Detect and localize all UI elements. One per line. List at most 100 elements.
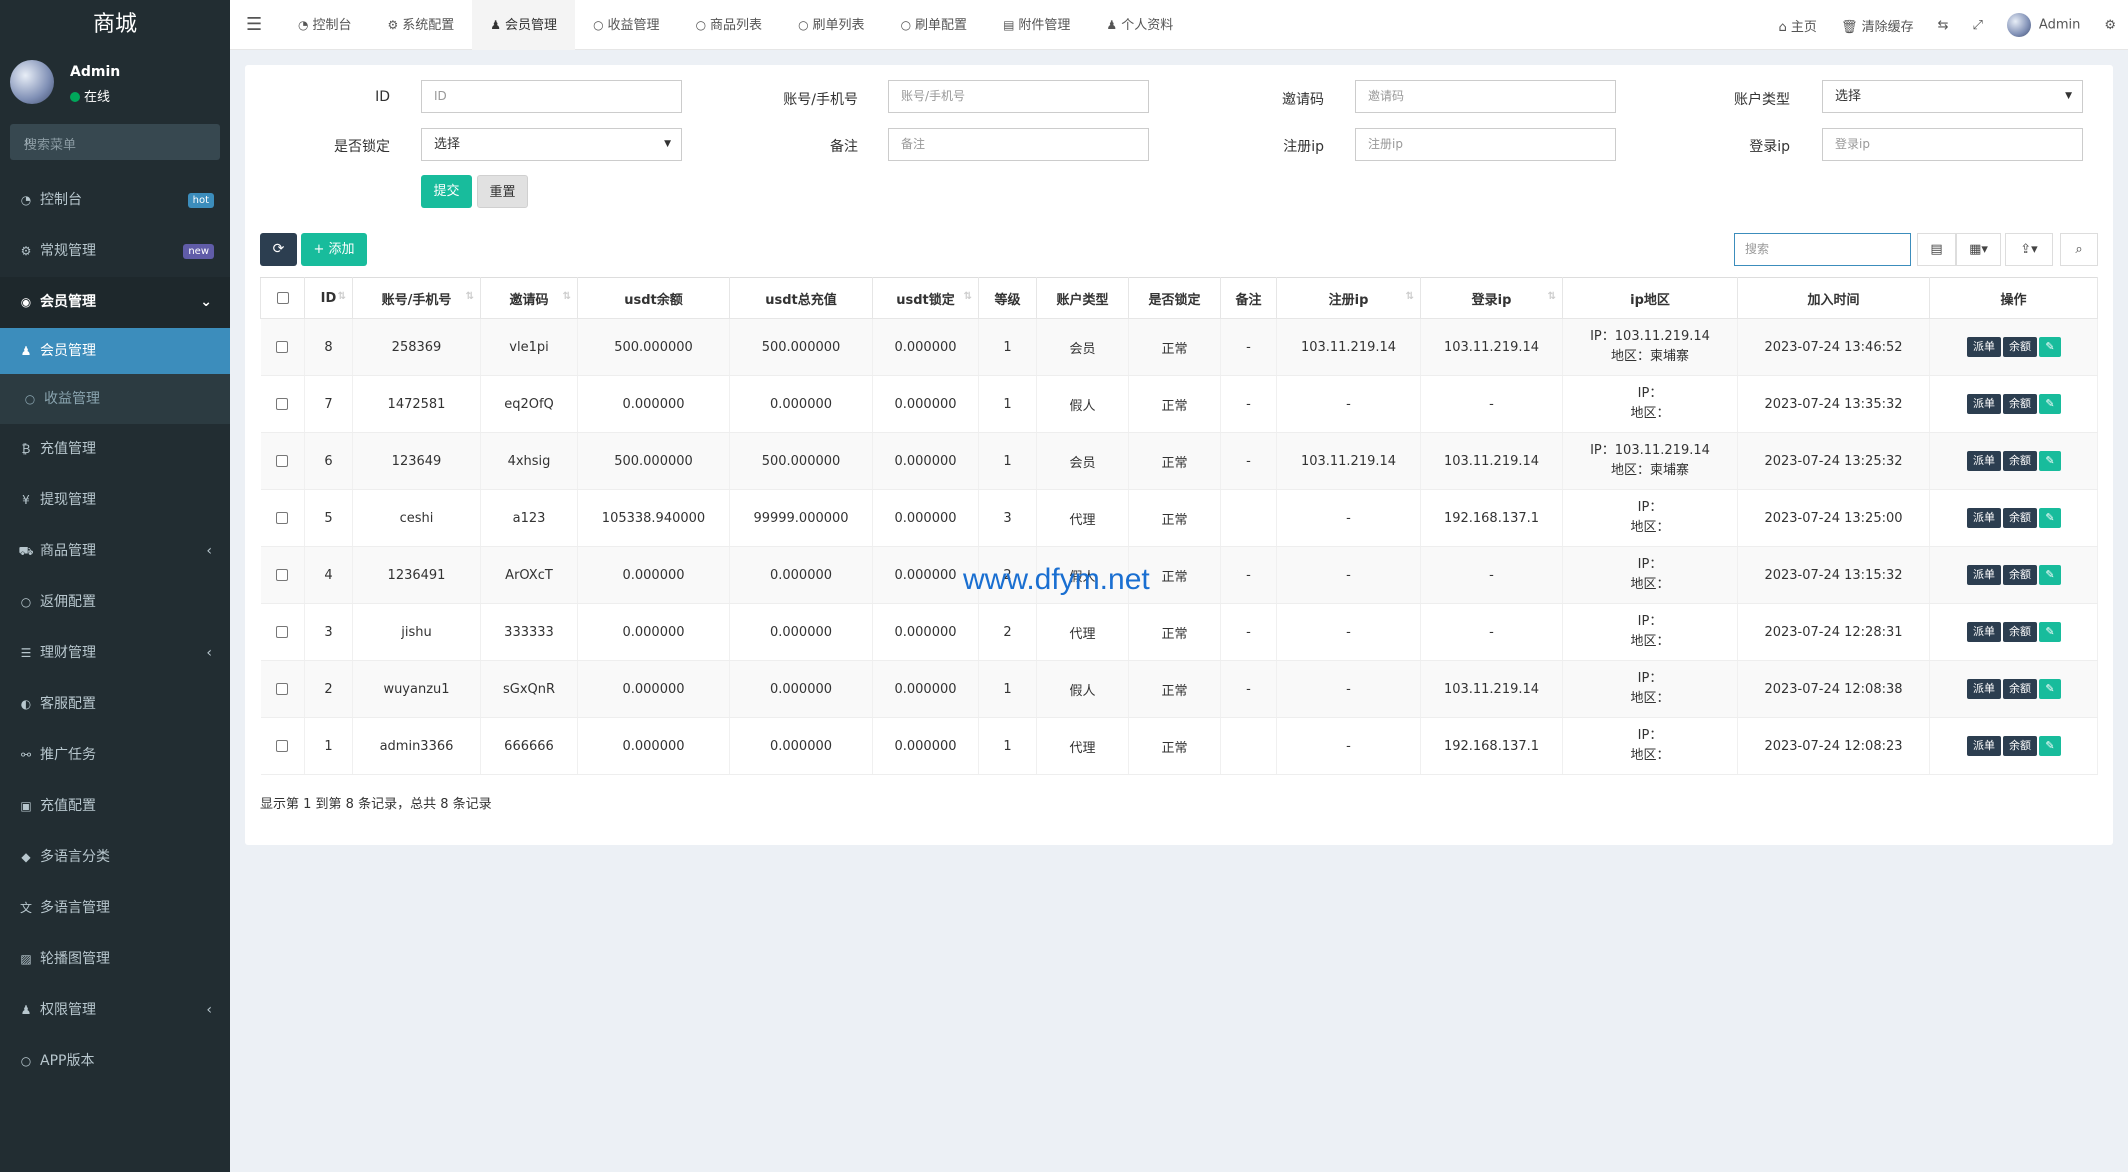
checkbox-icon[interactable] — [276, 292, 289, 304]
select-all-checkbox[interactable] — [260, 277, 305, 319]
sidebar-item-1[interactable]: ⚙ 常规管理 new — [0, 226, 230, 277]
table-row[interactable]: 2 wuyanzu1 sGxQnR 0.000000 0.000000 0.000000 1… — [260, 660, 2098, 718]
edit-pencil-icon[interactable]: ✎ — [2039, 451, 2061, 471]
submit-button[interactable]: 提交 — [421, 175, 472, 208]
language-switch-icon[interactable]: ⇆ — [1926, 18, 1961, 33]
tab-4[interactable]: ○ 商品列表 — [678, 0, 781, 50]
settings-gear-icon[interactable]: ⚙ — [2092, 18, 2128, 33]
balance-button[interactable]: 余额 — [2003, 565, 2037, 585]
tab-3[interactable]: ○ 收益管理 — [575, 0, 678, 50]
sidebar-item-2[interactable]: ◉ 会员管理 ⌄ — [0, 277, 230, 328]
fullscreen-icon[interactable]: ⤢ — [1961, 18, 1995, 33]
balance-button[interactable]: 余额 — [2003, 508, 2037, 528]
row-checkbox[interactable] — [276, 740, 289, 752]
edit-pencil-icon[interactable]: ✎ — [2039, 736, 2061, 756]
sort-icon[interactable]: ⇅ — [964, 291, 972, 302]
balance-button[interactable]: 余额 — [2003, 736, 2037, 756]
sidebar-item-14[interactable]: 文多语言管理 — [0, 883, 230, 934]
order-button[interactable]: 派单 — [1967, 337, 2001, 357]
admin-menu[interactable]: Admin — [1995, 13, 2092, 37]
sidebar-search-input[interactable]: 搜索菜单 ⌕ — [10, 124, 220, 160]
sort-icon[interactable]: ⇅ — [1548, 291, 1556, 302]
edit-pencil-icon[interactable]: ✎ — [2039, 565, 2061, 585]
table-row[interactable]: 3 jishu 333333 0.000000 0.000000 0.000000 2 代理正… — [260, 603, 2098, 661]
sort-icon[interactable]: ⇅ — [1406, 291, 1414, 302]
row-checkbox[interactable] — [276, 683, 289, 695]
table-row[interactable]: 8 258369 vle1pi 500.000000 500.000000 0.00000… — [260, 318, 2098, 376]
order-button[interactable]: 派单 — [1967, 508, 2001, 528]
order-button[interactable]: 派单 — [1967, 451, 2001, 471]
col-login-ip[interactable]: 登录ip ⇅ — [1420, 277, 1563, 319]
sidebar-item-15[interactable]: ▨ 轮播图管理 — [0, 934, 230, 985]
table-row[interactable]: 4 1236491 ArOXcT 0.000000 0.000000 0.000000 2 假… — [260, 546, 2098, 604]
col-id[interactable]: ID ⇅ — [304, 277, 353, 319]
sidebar-toggle-icon[interactable]: ☰ — [246, 14, 262, 35]
balance-button[interactable]: 余额 — [2003, 451, 2037, 471]
tab-7[interactable]: ▤ 附件管理 — [985, 0, 1088, 50]
row-checkbox[interactable] — [276, 512, 289, 524]
row-checkbox[interactable] — [276, 398, 289, 410]
balance-button[interactable]: 余额 — [2003, 679, 2037, 699]
balance-button[interactable]: 余额 — [2003, 337, 2037, 357]
filter-account-input[interactable]: 账号/手机号 — [888, 80, 1149, 113]
clear-cache-button[interactable]: 🗑 清除缓存 — [1829, 16, 1926, 35]
export-dropdown-icon[interactable]: ⇪▾ — [2005, 233, 2053, 266]
col-locked-amount[interactable]: usdt锁定 ⇅ — [872, 277, 979, 319]
filter-id-input[interactable]: ID — [421, 80, 682, 113]
order-button[interactable]: 派单 — [1967, 622, 2001, 642]
edit-pencil-icon[interactable]: ✎ — [2039, 337, 2061, 357]
tab-8[interactable]: ♟ 个人资料 — [1088, 0, 1191, 50]
sidebar-item-11[interactable]: ⚯ 推广任务 — [0, 730, 230, 781]
brand-logo[interactable]: 商城 — [0, 0, 230, 50]
home-link[interactable]: ⌂ 主页 — [1767, 16, 1829, 35]
tab-5[interactable]: ○ 刷单列表 — [780, 0, 883, 50]
sidebar-item-6[interactable]: ¥ 提现管理 — [0, 475, 230, 526]
row-checkbox[interactable] — [276, 569, 289, 581]
sort-icon[interactable]: ⇅ — [466, 291, 474, 302]
sidebar-item-0[interactable]: ◔ 控制台 hot — [0, 175, 230, 226]
sidebar-item-12[interactable]: ▣ 充值配置 — [0, 781, 230, 832]
sidebar-item-10[interactable]: ◐ 客服配置 — [0, 679, 230, 730]
order-button[interactable]: 派单 — [1967, 679, 2001, 699]
col-invite[interactable]: 邀请码 ⇅ — [480, 277, 578, 319]
sidebar-item-3[interactable]: ♟ 会员管理 — [0, 328, 230, 374]
toggle-view-icon[interactable]: ▤ — [1917, 233, 1956, 266]
tab-0[interactable]: ◔ 控制台 — [280, 0, 370, 50]
table-row[interactable]: 7 1472581 eq2OfQ 0.000000 0.000000 0.000000 1 假… — [260, 375, 2098, 433]
order-button[interactable]: 派单 — [1967, 736, 2001, 756]
edit-pencil-icon[interactable]: ✎ — [2039, 394, 2061, 414]
sidebar-item-5[interactable]: ₿ 充值管理 — [0, 424, 230, 475]
balance-button[interactable]: 余额 — [2003, 394, 2037, 414]
balance-button[interactable]: 余额 — [2003, 622, 2037, 642]
sidebar-item-4[interactable]: ○ 收益管理 — [0, 374, 230, 424]
sort-icon[interactable]: ⇅ — [563, 291, 571, 302]
sidebar-item-13[interactable]: ◆ 多语言分类 — [0, 832, 230, 883]
order-button[interactable]: 派单 — [1967, 394, 2001, 414]
sidebar-item-7[interactable]: ⛟ 商品管理 ‹ — [0, 526, 230, 577]
sidebar-item-17[interactable]: ○ APP版本 — [0, 1036, 230, 1087]
filter-loginip-input[interactable]: 登录ip — [1822, 128, 2083, 161]
filter-invite-input[interactable]: 邀请码 — [1355, 80, 1616, 113]
table-row[interactable]: 6 123649 4xhsig 500.000000 500.000000 0.00000… — [260, 432, 2098, 490]
table-row[interactable]: 5 ceshi a123 105338.940000 99999.000000 0.000… — [260, 489, 2098, 547]
filter-locked-select[interactable]: 选择 ▼ — [421, 128, 682, 161]
add-button[interactable]: + 添加 — [301, 233, 367, 266]
reset-button[interactable]: 重置 — [477, 175, 528, 208]
sort-icon[interactable]: ⇅ — [338, 291, 346, 302]
row-checkbox[interactable] — [276, 455, 289, 467]
order-button[interactable]: 派单 — [1967, 565, 2001, 585]
search-icon[interactable]: ⌕ — [24, 133, 208, 149]
row-checkbox[interactable] — [276, 626, 289, 638]
tab-1[interactable]: ⚙ 系统配置 — [370, 0, 473, 50]
filter-type-select[interactable]: 选择 ▼ — [1822, 80, 2083, 113]
edit-pencil-icon[interactable]: ✎ — [2039, 679, 2061, 699]
col-reg-ip[interactable]: 注册ip ⇅ — [1276, 277, 1421, 319]
edit-pencil-icon[interactable]: ✎ — [2039, 622, 2061, 642]
filter-remark-input[interactable]: 备注 — [888, 128, 1149, 161]
refresh-button[interactable]: ⟳ — [260, 233, 297, 266]
tab-6[interactable]: ○ 刷单配置 — [883, 0, 986, 50]
table-row[interactable]: 1 admin3366 666666 0.000000 0.000000 0.000000… — [260, 717, 2098, 775]
filter-regip-input[interactable]: 注册ip — [1355, 128, 1616, 161]
search-icon[interactable]: ⌕ — [2060, 233, 2098, 266]
tab-2[interactable]: ♟ 会员管理 — [472, 0, 576, 50]
